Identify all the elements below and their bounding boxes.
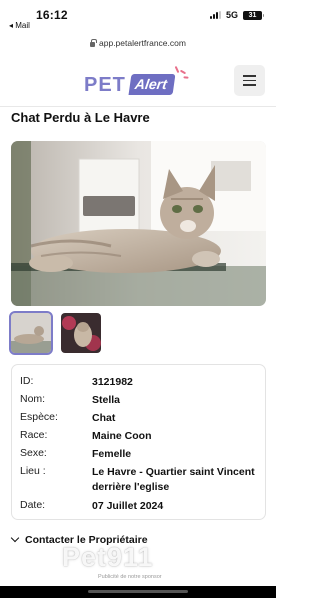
page-title: Chat Perdu à Le Havre [11, 110, 150, 125]
home-indicator [0, 586, 276, 598]
watermark-note: Publicité de notre sponsor [98, 574, 162, 580]
hamburger-icon [243, 79, 256, 82]
thumbnail-2[interactable] [61, 313, 101, 353]
detail-value: Femelle [92, 448, 132, 460]
header-divider [0, 106, 276, 107]
hamburger-icon [243, 84, 256, 86]
battery-icon: 31 [243, 10, 264, 20]
detail-value: Le Havre - Quartier saint Vincent derriè… [92, 466, 255, 493]
detail-value: Chat [92, 412, 116, 424]
pet-details-card: ID: 3121982 Nom: Stella Espèce: Chat Rac… [11, 364, 266, 520]
contact-owner-label: Contacter le Propriétaire [25, 534, 148, 546]
lock-icon [90, 38, 97, 47]
site-header: PET Alert [0, 56, 276, 106]
detail-value: Stella [92, 394, 121, 406]
status-bar: 16:12 ◂ Mail 5G 31 [0, 0, 276, 34]
menu-button[interactable] [234, 65, 265, 96]
detail-label: Race: [20, 429, 48, 441]
petalert-logo[interactable]: PET Alert [84, 63, 196, 103]
detail-label: ID: [20, 375, 34, 387]
main-pet-photo[interactable] [11, 141, 266, 306]
photo-thumbnails [9, 311, 101, 355]
logo-alert-text: Alert [128, 74, 176, 95]
detail-value: 3121982 [92, 376, 133, 388]
detail-label: Sexe: [20, 447, 47, 459]
logo-spark-icon [174, 65, 180, 74]
url-text: app.petalertfrance.com [99, 38, 186, 48]
signal-icon [209, 11, 221, 19]
address-bar[interactable]: app.petalertfrance.com [0, 34, 276, 52]
detail-value: 07 Juillet 2024 [92, 500, 164, 512]
hamburger-icon [243, 75, 256, 77]
status-indicators: 5G 31 [209, 10, 264, 20]
logo-pet-text: PET [84, 74, 126, 96]
detail-label: Espèce: [20, 411, 58, 423]
cat-photo-illustration [11, 141, 266, 306]
status-time: 16:12 [36, 8, 68, 22]
contact-owner-toggle[interactable]: Contacter le Propriétaire [10, 533, 148, 546]
network-label: 5G [225, 10, 238, 20]
thumbnail-image [11, 313, 51, 353]
thumbnail-1[interactable] [9, 311, 53, 355]
detail-label: Lieu : [20, 465, 46, 477]
detail-label: Date: [20, 499, 46, 511]
thumbnail-image [61, 313, 101, 353]
logo-spark-icon [183, 76, 189, 79]
chevron-down-icon [10, 533, 20, 543]
logo-spark-icon [179, 69, 187, 75]
back-to-mail-link[interactable]: ◂ Mail [9, 21, 30, 30]
watermark-brand: Pet911 [62, 542, 154, 572]
detail-label: Nom: [20, 393, 46, 405]
detail-value: Maine Coon [92, 430, 152, 442]
